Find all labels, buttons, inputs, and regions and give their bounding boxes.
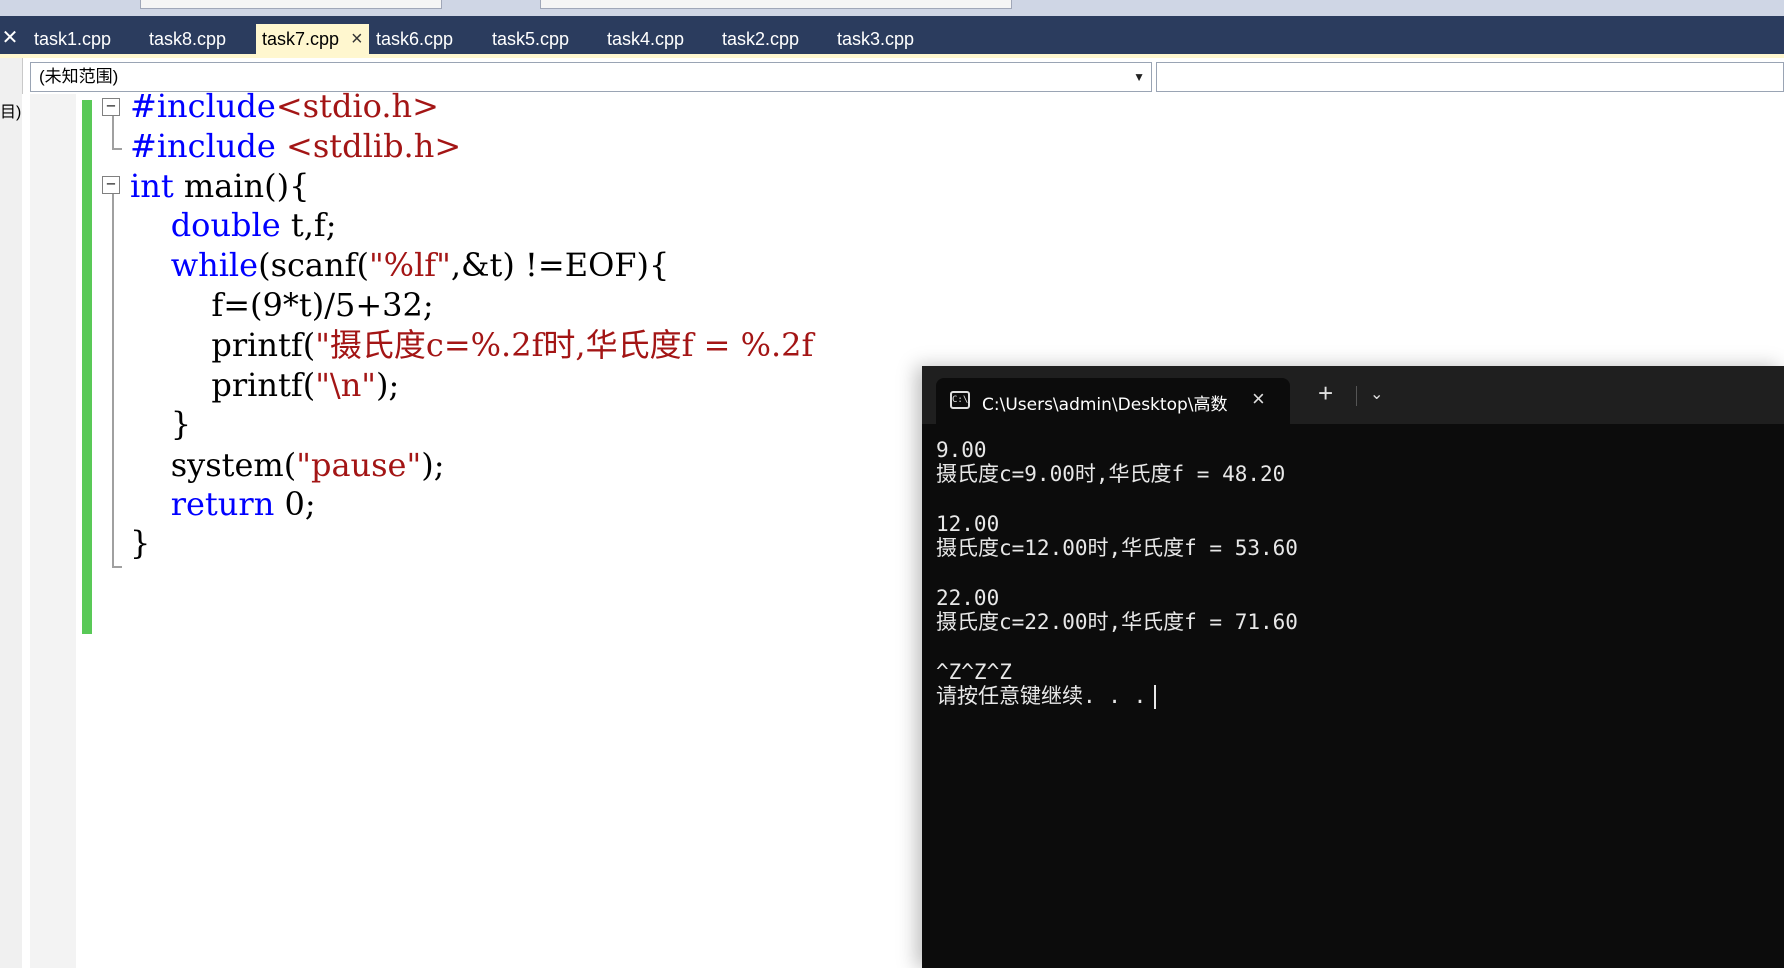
tab-task1[interactable]: task1.cpp <box>28 24 117 54</box>
code-token: double <box>170 206 281 244</box>
solution-panel-edge: 目) <box>0 58 23 968</box>
tab-task4[interactable]: task4.cpp <box>601 24 690 54</box>
code-line: int main(){ <box>130 166 309 206</box>
divider <box>1356 386 1357 406</box>
code-token: printf( <box>130 326 316 364</box>
tab-task7[interactable]: task7.cpp × <box>256 24 369 54</box>
tab-label: task2.cpp <box>722 29 800 49</box>
code-token: #include <box>130 127 276 165</box>
top-toolbar-strip <box>0 0 1784 16</box>
code-token: ); <box>376 366 400 404</box>
code-token: "pause" <box>296 446 422 484</box>
tab-task3[interactable]: task3.cpp <box>831 24 920 54</box>
tab-task8[interactable]: task8.cpp <box>143 24 232 54</box>
code-line: double t,f; <box>130 205 337 245</box>
code-line: #include<stdio.h> <box>130 86 439 126</box>
close-icon[interactable]: × <box>1252 386 1265 412</box>
code-line: #include <stdlib.h> <box>130 126 461 166</box>
line-gutter <box>30 94 76 968</box>
terminal-icon: C:\ <box>950 391 970 409</box>
code-line: } <box>130 404 191 444</box>
code-line: system("pause"); <box>130 445 445 485</box>
tab-task6[interactable]: task6.cpp <box>370 24 459 54</box>
code-token: main(){ <box>173 167 310 205</box>
code-token: while <box>170 246 259 284</box>
tab-task2[interactable]: task2.cpp <box>716 24 805 54</box>
code-line: f=(9*t)/5+32; <box>130 285 434 325</box>
terminal-line: 摄氏度c=12.00时,华氏度f = 53.60 <box>936 534 1298 562</box>
code-line: } <box>130 523 150 563</box>
code-token: #include <box>130 87 276 125</box>
code-token: "\n" <box>315 366 377 404</box>
code-token: <stdlib.h> <box>286 127 462 165</box>
tab-label: task1.cpp <box>34 29 112 49</box>
code-token: int <box>130 167 174 205</box>
code-token: system( <box>130 446 297 484</box>
toolbar-field-fragment-2 <box>540 0 1012 9</box>
code-token: } <box>130 524 151 562</box>
terminal-titlebar: C:\ C:\Users\admin\Desktop\高数 × + ⌄ <box>922 366 1784 424</box>
text-cursor <box>1154 685 1157 709</box>
chevron-down-icon: ▼ <box>1133 70 1145 84</box>
code-token: "%lf" <box>368 246 451 284</box>
code-token: printf( <box>130 366 316 404</box>
close-icon[interactable]: × <box>351 28 363 50</box>
toolbar-field-fragment <box>140 0 442 9</box>
code-token: 0; <box>274 485 316 523</box>
terminal-line-text: ^Z^Z^Z <box>936 660 1012 684</box>
terminal-window[interactable]: C:\ C:\Users\admin\Desktop\高数 × + ⌄ 9.00… <box>922 366 1784 968</box>
chevron-down-icon[interactable]: ⌄ <box>1370 384 1383 404</box>
terminal-tab[interactable]: C:\ C:\Users\admin\Desktop\高数 × <box>936 378 1290 424</box>
fold-end-tick <box>112 148 122 150</box>
code-token: t,f; <box>280 206 337 244</box>
terminal-line-text: 12.00 <box>936 512 1000 536</box>
new-tab-button[interactable]: + <box>1318 380 1333 406</box>
fold-collapse-icon[interactable]: − <box>102 98 120 116</box>
code-token: ); <box>421 446 445 484</box>
tab-label: task6.cpp <box>376 29 454 49</box>
tab-task5[interactable]: task5.cpp <box>486 24 575 54</box>
tab-label: task7.cpp <box>262 29 340 49</box>
document-tab-bar: ✕ task1.cpp task8.cpp task7.cpp × task6.cpp t… <box>0 16 1784 56</box>
terminal-line-text: 摄氏度c=12.00时,华氏度f = 53.60 <box>936 536 1298 560</box>
code-token: "摄氏度c=%.2f时,华氏度f = %.2f <box>315 326 814 364</box>
fold-line <box>112 194 114 566</box>
code-token: f=(9*t)/5+32; <box>130 286 434 324</box>
tab-label: task3.cpp <box>837 29 915 49</box>
terminal-line-text: 摄氏度c=9.00时,华氏度f = 48.20 <box>936 462 1286 486</box>
code-line: printf("摄氏度c=%.2f时,华氏度f = %.2f <box>130 325 813 365</box>
active-tab-accent <box>0 54 1784 58</box>
close-icon[interactable]: ✕ <box>0 26 20 50</box>
code-token: (scanf( <box>258 246 369 284</box>
code-token: ,&t) !=EOF){ <box>450 246 670 284</box>
terminal-line-text: 22.00 <box>936 586 1000 610</box>
fold-end-tick <box>112 566 122 568</box>
terminal-tab-title: C:\Users\admin\Desktop\高数 <box>982 395 1228 415</box>
scope-label: (未知范围) <box>39 67 119 86</box>
terminal-line-text: 摄氏度c=22.00时,华氏度f = 71.60 <box>936 610 1298 634</box>
code-line: return 0; <box>130 484 316 524</box>
code-line: while(scanf("%lf",&t) !=EOF){ <box>130 245 670 285</box>
terminal-line-text: 请按任意键继续. . . <box>936 684 1147 708</box>
terminal-line: 请按任意键继续. . . <box>936 682 1157 710</box>
change-tracking-bar <box>82 100 92 634</box>
terminal-line-text: 9.00 <box>936 438 987 462</box>
terminal-line: 摄氏度c=9.00时,华氏度f = 48.20 <box>936 460 1285 488</box>
tab-label: task4.cpp <box>607 29 685 49</box>
code-token: return <box>170 485 275 523</box>
fold-line <box>112 116 114 148</box>
member-dropdown[interactable] <box>1156 62 1784 92</box>
terminal-line: 摄氏度c=22.00时,华氏度f = 71.60 <box>936 608 1298 636</box>
fold-collapse-icon[interactable]: − <box>102 176 120 194</box>
tab-label: task5.cpp <box>492 29 570 49</box>
tab-label: task8.cpp <box>149 29 227 49</box>
code-token: <stdio.h> <box>275 87 439 125</box>
code-token: } <box>130 405 192 443</box>
code-line: printf("\n"); <box>130 365 399 405</box>
panel-text-fragment: 目) <box>0 104 22 121</box>
